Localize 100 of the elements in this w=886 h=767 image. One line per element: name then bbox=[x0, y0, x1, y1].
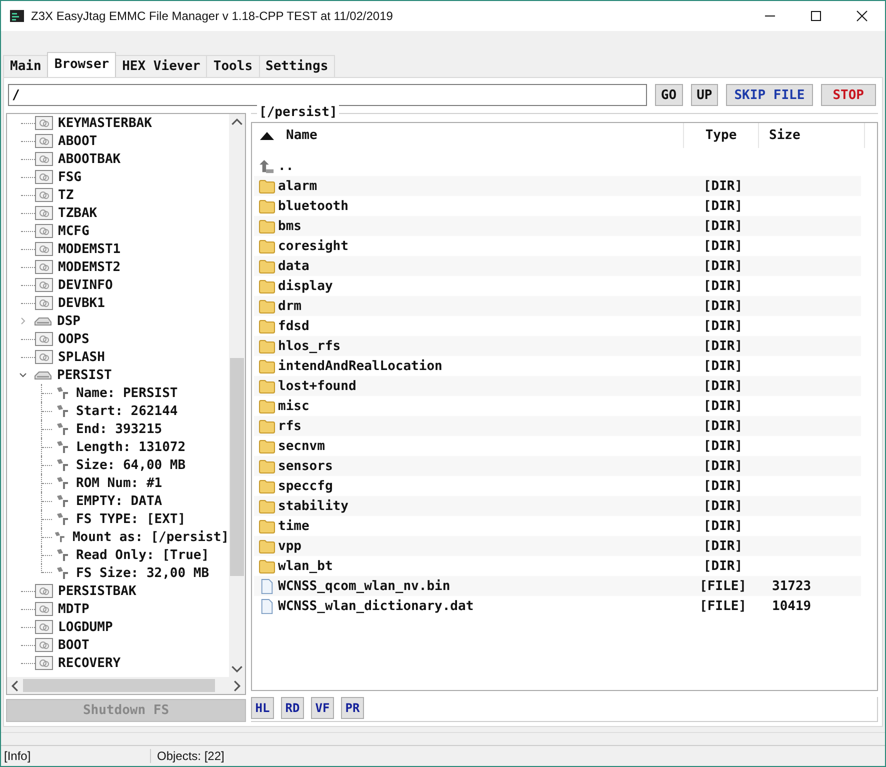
folder-icon bbox=[259, 338, 275, 354]
file-name[interactable]: wlan_bt bbox=[278, 558, 333, 574]
file-row[interactable]: WCNSS_wlan_dictionary.dat [FILE] 10419 bbox=[254, 596, 865, 616]
file-row[interactable]: WCNSS_qcom_wlan_nv.bin [FILE] 31723 bbox=[254, 576, 861, 596]
file-name[interactable]: WCNSS_wlan_dictionary.dat bbox=[278, 598, 474, 614]
file-name[interactable]: fdsd bbox=[278, 318, 310, 334]
file-name[interactable]: time bbox=[278, 518, 310, 534]
file-row[interactable]: vpp [DIR] bbox=[254, 536, 861, 556]
tree-item[interactable]: KEYMASTERBAK bbox=[58, 116, 152, 130]
toolbar-button[interactable]: GO bbox=[654, 84, 683, 106]
file-name[interactable]: lost+found bbox=[278, 378, 356, 394]
file-name[interactable]: hlos_rfs bbox=[278, 338, 341, 354]
file-row[interactable]: sensors [DIR] bbox=[254, 456, 861, 476]
tree-item[interactable]: MODEMST1 bbox=[58, 242, 121, 256]
tree-item[interactable]: DEVINFO bbox=[58, 278, 113, 292]
tree-item[interactable]: TZ bbox=[58, 188, 74, 202]
file-type: [DIR] bbox=[703, 258, 743, 274]
tree-item[interactable]: Length: 131072 bbox=[76, 440, 186, 454]
file-name[interactable]: rfs bbox=[278, 418, 302, 434]
file-name[interactable]: stability bbox=[278, 498, 348, 514]
tree-item[interactable]: SPLASH bbox=[58, 350, 105, 364]
vertical-scrollbar[interactable] bbox=[229, 114, 245, 677]
file-row[interactable]: rfs [DIR] bbox=[254, 416, 861, 436]
tool-button[interactable]: RD bbox=[281, 697, 304, 719]
file-name[interactable]: vpp bbox=[278, 538, 302, 554]
tree-item[interactable]: Name: PERSIST bbox=[76, 386, 178, 400]
file-row[interactable]: display [DIR] bbox=[254, 276, 865, 296]
file-name[interactable]: speccfg bbox=[278, 478, 333, 494]
tree-item[interactable]: DSP bbox=[57, 314, 80, 328]
tree-item[interactable]: FSG bbox=[58, 170, 82, 184]
tree-item[interactable]: FS TYPE: [EXT] bbox=[76, 512, 186, 526]
file-row[interactable]: stability [DIR] bbox=[254, 496, 861, 516]
file-row[interactable]: speccfg [DIR] bbox=[254, 476, 865, 496]
file-name[interactable]: sensors bbox=[278, 458, 333, 474]
path-field[interactable]: / bbox=[8, 84, 647, 106]
tree-item[interactable]: Start: 262144 bbox=[76, 404, 178, 418]
tree-item[interactable]: BOOT bbox=[58, 638, 90, 652]
file-name[interactable]: bms bbox=[278, 218, 302, 234]
tree-item[interactable]: MCFG bbox=[58, 224, 90, 238]
file-name[interactable]: WCNSS_qcom_wlan_nv.bin bbox=[278, 578, 450, 594]
tree-item[interactable]: ABOOT bbox=[58, 134, 98, 148]
file-name[interactable]: intendAndRealLocation bbox=[278, 358, 442, 374]
tree-item[interactable]: MDTP bbox=[58, 602, 90, 616]
file-row[interactable]: time [DIR] bbox=[254, 516, 865, 536]
tool-button[interactable]: HL bbox=[251, 697, 274, 719]
tree-item[interactable]: OOPS bbox=[58, 332, 90, 346]
toolbar-button[interactable]: SKIP FILE bbox=[726, 84, 813, 106]
tree-item[interactable]: Size: 64,00 MB bbox=[76, 458, 186, 472]
file-name[interactable]: drm bbox=[278, 298, 302, 314]
tab[interactable]: Settings bbox=[258, 55, 336, 77]
file-row[interactable]: wlan_bt [DIR] bbox=[254, 556, 865, 576]
tree-item[interactable]: EMPTY: DATA bbox=[76, 494, 162, 508]
horizontal-scrollbar[interactable] bbox=[7, 677, 245, 694]
tree-item[interactable]: ROM Num: #1 bbox=[76, 476, 162, 490]
toolbar-button[interactable]: STOP bbox=[820, 84, 876, 106]
file-name[interactable]: .. bbox=[278, 158, 294, 174]
file-row[interactable]: bluetooth [DIR] bbox=[254, 196, 865, 216]
file-row[interactable]: misc [DIR] bbox=[254, 396, 865, 416]
file-row[interactable]: intendAndRealLocation [DIR] bbox=[254, 356, 865, 376]
file-name[interactable]: alarm bbox=[278, 178, 318, 194]
collapse-icon[interactable] bbox=[19, 371, 27, 379]
file-row[interactable]: coresight [DIR] bbox=[254, 236, 865, 256]
tree-item[interactable]: Mount as: [/persist] bbox=[72, 530, 229, 544]
file-type: [DIR] bbox=[703, 298, 743, 314]
file-row[interactable]: secnvm [DIR] bbox=[254, 436, 865, 456]
file-row[interactable]: drm [DIR] bbox=[254, 296, 861, 316]
tree-item[interactable]: ABOOTBAK bbox=[58, 152, 121, 166]
file-row[interactable]: .. bbox=[254, 156, 865, 176]
tree-item[interactable]: End: 393215 bbox=[76, 422, 162, 436]
file-name[interactable]: coresight bbox=[278, 238, 348, 254]
file-row[interactable]: bms [DIR] bbox=[254, 216, 861, 236]
file-type: [DIR] bbox=[703, 458, 743, 474]
folder-icon bbox=[259, 178, 275, 194]
file-row[interactable]: data [DIR] bbox=[254, 256, 861, 276]
tree-item[interactable]: TZBAK bbox=[58, 206, 98, 220]
toolbar-button[interactable]: UP bbox=[690, 84, 718, 106]
file-row[interactable]: alarm [DIR] bbox=[254, 176, 861, 196]
tree-item[interactable]: MODEMST2 bbox=[58, 260, 121, 274]
folder-icon bbox=[259, 258, 275, 274]
file-name[interactable]: data bbox=[278, 258, 310, 274]
tab[interactable]: Main bbox=[3, 55, 48, 77]
file-type: [DIR] bbox=[703, 178, 743, 194]
tree-item[interactable]: PERSISTBAK bbox=[58, 584, 136, 598]
tree-item[interactable]: Read Only: [True] bbox=[76, 548, 210, 562]
tree-item[interactable]: DEVBK1 bbox=[58, 296, 105, 310]
tab[interactable]: Browser bbox=[47, 52, 116, 77]
tree-item[interactable]: RECOVERY bbox=[58, 656, 121, 670]
file-row[interactable]: lost+found [DIR] bbox=[254, 376, 861, 396]
file-name[interactable]: misc bbox=[278, 398, 310, 414]
tree-item[interactable]: FS Size: 32,00 MB bbox=[76, 566, 210, 580]
file-row[interactable]: hlos_rfs [DIR] bbox=[254, 336, 861, 356]
folder-icon bbox=[259, 538, 275, 554]
file-row[interactable]: fdsd [DIR] bbox=[254, 316, 865, 336]
tool-button[interactable]: PR bbox=[341, 697, 364, 719]
file-name[interactable]: secnvm bbox=[278, 438, 325, 454]
file-name[interactable]: display bbox=[278, 278, 333, 294]
file-name[interactable]: bluetooth bbox=[278, 198, 348, 214]
tool-button[interactable]: VF bbox=[311, 697, 334, 719]
tree-item[interactable]: LOGDUMP bbox=[58, 620, 113, 634]
tree-item[interactable]: PERSIST bbox=[57, 368, 112, 382]
